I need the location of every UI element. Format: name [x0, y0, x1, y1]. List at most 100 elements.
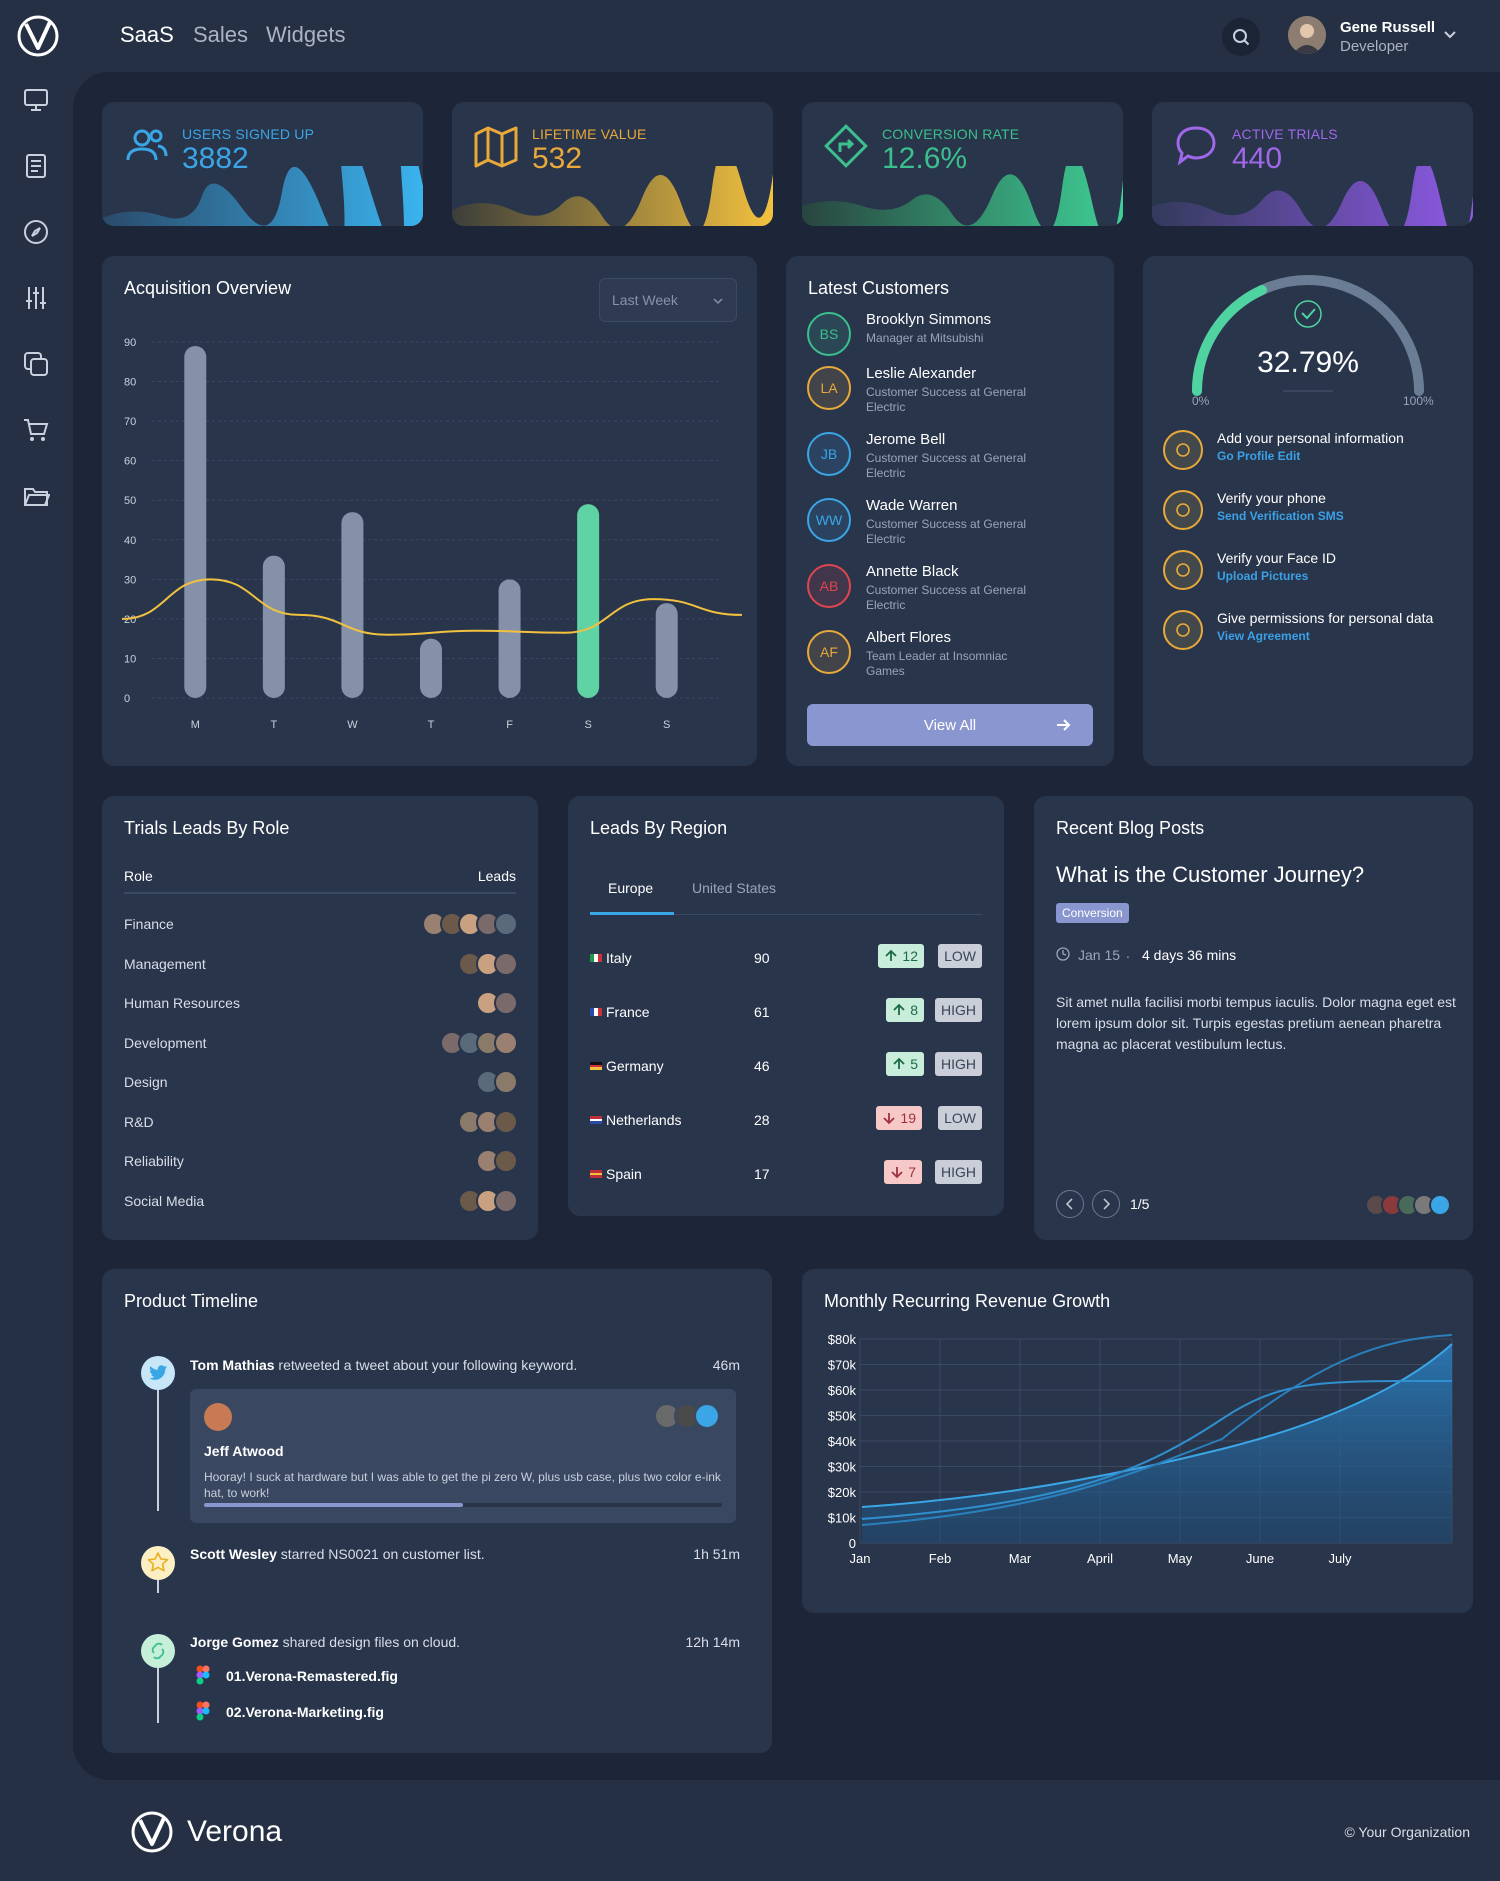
region-value: 46 [754, 1058, 770, 1074]
actor-name[interactable]: Tom Mathias [190, 1357, 275, 1373]
profile-task[interactable]: Give permissions for personal data View A… [1163, 610, 1463, 658]
nav-saas[interactable]: SaaS [120, 22, 174, 48]
avatar[interactable] [494, 1109, 518, 1134]
task-link[interactable]: View Agreement [1217, 629, 1310, 643]
bar[interactable] [498, 579, 521, 698]
user-name[interactable]: Gene Russell [1340, 19, 1435, 36]
document-icon[interactable] [22, 152, 50, 180]
post-tag[interactable]: Conversion [1056, 903, 1129, 923]
y-tick-label: 50 [124, 495, 136, 507]
actor-name[interactable]: Scott Wesley [190, 1546, 277, 1562]
file-link[interactable]: 01.Verona-Remastered.fig [226, 1668, 398, 1684]
roles-card: Trials Leads By Role Role Leads Finance M… [102, 796, 538, 1240]
avatar[interactable] [494, 1030, 518, 1055]
kpi-card-lifetime[interactable]: LIFETIME VALUE 532 [452, 102, 773, 226]
monitor-icon[interactable] [22, 86, 50, 114]
post-title[interactable]: What is the Customer Journey? [1056, 862, 1364, 888]
customer-avatar: WW [807, 498, 851, 542]
bar[interactable] [184, 345, 207, 698]
bar[interactable] [655, 603, 678, 698]
file-link[interactable]: 02.Verona-Marketing.fig [226, 1704, 384, 1720]
verona-logo-icon[interactable] [16, 14, 60, 58]
role-avatars [422, 912, 518, 936]
profile-task[interactable]: Add your personal information Go Profile … [1163, 430, 1463, 478]
footer-brand[interactable]: Verona [187, 1815, 282, 1849]
cart-icon[interactable] [22, 416, 50, 444]
kpi-label: CONVERSION RATE [882, 126, 1020, 142]
compass-icon[interactable] [22, 218, 50, 246]
x-tick-label: W [347, 719, 358, 731]
avatar[interactable] [494, 991, 518, 1015]
search-icon [1233, 29, 1250, 46]
task-link[interactable]: Upload Pictures [1217, 569, 1308, 583]
region-value: 17 [754, 1166, 770, 1182]
next-button[interactable] [1092, 1190, 1120, 1218]
avatar[interactable] [1429, 1194, 1451, 1216]
profile-task[interactable]: Verify your phone Send Verification SMS [1163, 490, 1463, 538]
x-tick-label: Jan [850, 1551, 871, 1566]
x-tick-label: July [1328, 1551, 1352, 1566]
flag-icon [590, 1170, 602, 1179]
nav-widgets[interactable]: Widgets [266, 22, 345, 48]
figma-icon [196, 1665, 210, 1685]
timeline-item-2-text: Scott Wesley starred NS0021 on customer … [190, 1546, 485, 1562]
tweet-card[interactable]: Jeff Atwood Hooray! I suck at hardware b… [190, 1389, 736, 1523]
prev-button[interactable] [1056, 1190, 1084, 1218]
tab-europe[interactable]: Europe [608, 880, 653, 896]
bar[interactable] [341, 512, 364, 698]
nav-sales[interactable]: Sales [193, 22, 248, 48]
sliders-icon[interactable] [22, 284, 50, 312]
actor-name[interactable]: Jorge Gomez [190, 1634, 279, 1650]
profile-task[interactable]: Verify your Face ID Upload Pictures [1163, 550, 1463, 598]
customer-item[interactable]: AB Annette Black Customer Success at Gener… [807, 563, 1097, 620]
tweet-author[interactable]: Jeff Atwood [204, 1443, 284, 1459]
kpi-sparkline [802, 166, 1123, 226]
avatar[interactable] [694, 1403, 720, 1429]
bar[interactable] [420, 638, 442, 698]
customer-item[interactable]: LA Leslie Alexander Customer Success at Ge… [807, 365, 1097, 422]
timeline-item-1-time: 46m [712, 1357, 740, 1373]
kpi-card-trials[interactable]: ACTIVE TRIALS 440 [1152, 102, 1473, 226]
user-avatar[interactable] [1288, 16, 1326, 54]
chevron-down-icon[interactable] [1442, 26, 1458, 42]
verona-logo-icon[interactable] [130, 1810, 174, 1854]
task-title: Verify your phone [1217, 490, 1326, 506]
x-tick-label: S [584, 719, 591, 731]
view-all-label: View All [923, 717, 977, 734]
task-link[interactable]: Go Profile Edit [1217, 449, 1300, 463]
customer-item[interactable]: AF Albert Flores Team Leader at Insomniac … [807, 629, 1097, 686]
tab-united-states[interactable]: United States [692, 880, 776, 896]
search-button[interactable] [1222, 18, 1260, 56]
x-tick-label: Mar [1009, 1551, 1032, 1566]
kpi-card-conversion[interactable]: CONVERSION RATE 12.6% [802, 102, 1123, 226]
role-label: Design [124, 1074, 168, 1090]
kpi-label: ACTIVE TRIALS [1232, 126, 1338, 142]
view-all-button[interactable]: View All [807, 704, 1093, 746]
footer-copyright: © Your Organization [1344, 1824, 1470, 1840]
post-date: Jan 15 [1078, 947, 1121, 963]
avatar[interactable] [494, 1188, 518, 1213]
leads-column-header: Leads [477, 868, 516, 884]
customer-item[interactable]: JB Jerome Bell Customer Success at General… [807, 431, 1097, 488]
kpi-card-users[interactable]: USERS SIGNED UP 3882 [102, 102, 423, 226]
task-title: Give permissions for personal data [1217, 610, 1434, 626]
copy-icon[interactable] [22, 350, 50, 378]
bar[interactable] [577, 504, 600, 698]
period-select[interactable]: Last Week [599, 278, 737, 322]
timeline-card: Product Timeline Tom Mathias retweeted a… [102, 1269, 772, 1753]
folder-icon[interactable] [22, 482, 50, 510]
avatar[interactable] [494, 1149, 518, 1173]
tweet-author-avatar[interactable] [204, 1403, 232, 1431]
task-link[interactable]: Send Verification SMS [1217, 509, 1344, 523]
avatar[interactable] [494, 951, 518, 976]
user-role: Developer [1340, 38, 1409, 55]
timeline-item-3-time: 12h 14m [685, 1634, 740, 1650]
y-tick-label: 30 [124, 574, 136, 586]
avatar[interactable] [494, 1070, 518, 1094]
bar[interactable] [262, 555, 285, 698]
acquisition-title: Acquisition Overview [124, 278, 292, 298]
customer-role: Customer Success at General Electric [866, 517, 1027, 546]
avatar[interactable] [494, 912, 518, 936]
customer-item[interactable]: BS Brooklyn Simmons Manager at Mitsubishi [807, 311, 1097, 368]
customer-item[interactable]: WW Wade Warren Customer Success at General… [807, 497, 1097, 554]
